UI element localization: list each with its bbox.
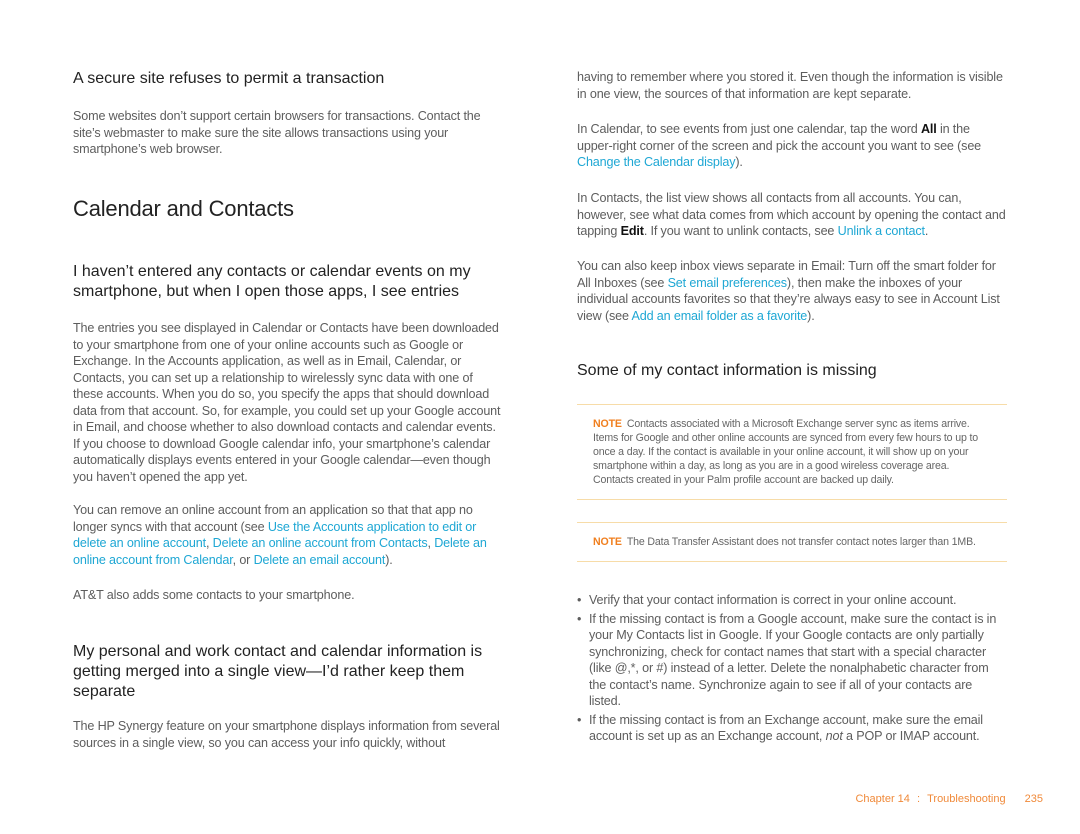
bullet-icon: • <box>577 611 582 626</box>
note-box-transfer: NOTE The Data Transfer Assistant does not… <box>577 522 1007 562</box>
no-entries-heading: I haven’t entered any contacts or calend… <box>73 263 471 300</box>
bullet-icon: • <box>577 712 582 727</box>
bullet-icon: • <box>577 593 582 607</box>
footer-separator: : <box>916 793 921 805</box>
att-paragraph: AT&T also adds some contacts to your sma… <box>73 588 355 602</box>
merged-body: The HP Synergy feature on your smartphon… <box>73 719 500 750</box>
calendar-paragraph: In Calendar, to see events from just one… <box>577 121 1007 171</box>
list-item-text: a POP or IMAP account. <box>842 729 980 743</box>
footer-chapter: Chapter 14 <box>855 793 910 805</box>
note-label: NOTE <box>593 418 622 430</box>
link-set-email-preferences[interactable]: Set email preferences <box>668 276 788 290</box>
section-title: Calendar and Contacts <box>73 196 294 221</box>
note-text: The Data Transfer Assistant does not tra… <box>626 536 976 548</box>
contacts-paragraph: In Contacts, the list view shows all con… <box>577 190 1007 240</box>
separator: , or <box>232 552 254 567</box>
note-box-sync: NOTE Contacts associated with a Microsoft… <box>577 404 1007 500</box>
edit-keyword: Edit <box>620 224 644 238</box>
link-delete-contacts[interactable]: Delete an online account from Contacts <box>213 536 428 550</box>
list-item: • If the missing contact is from an Excha… <box>577 712 1007 745</box>
note-text: Contacts associated with a Microsoft Exc… <box>593 418 979 486</box>
secure-site-heading: A secure site refuses to permit a transa… <box>73 70 385 87</box>
link-change-calendar-display[interactable]: Change the Calendar display <box>577 155 736 169</box>
separator: , <box>205 536 213 550</box>
page-footer: Chapter 14 : Troubleshooting 235 <box>851 793 1043 805</box>
note-label: NOTE <box>593 536 622 548</box>
emphasis: not <box>825 729 843 743</box>
text: ). <box>807 308 815 323</box>
page-number: 235 <box>1024 793 1043 805</box>
email-paragraph: You can also keep inbox views separate i… <box>577 258 1007 324</box>
text: ). <box>735 155 743 169</box>
no-entries-body: The entries you see displayed in Calenda… <box>73 321 501 484</box>
list-item-text: Verify that your contact information is … <box>589 593 957 607</box>
merged-heading: My personal and work contact and calenda… <box>73 643 483 700</box>
secure-site-body: Some websites don’t support certain brow… <box>73 109 481 156</box>
remove-account-paragraph: You can remove an online account from an… <box>73 502 503 568</box>
list-item: • If the missing contact is from a Google… <box>577 611 1007 710</box>
list-item-text: If the missing contact is from a Google … <box>589 611 997 709</box>
link-delete-email[interactable]: Delete an email account <box>254 553 386 567</box>
text: . <box>924 224 929 238</box>
footer-chapter-title: Troubleshooting <box>927 793 1006 805</box>
merged-body-continued: having to remember where you stored it. … <box>577 70 1003 101</box>
closing-text: ). <box>385 552 393 567</box>
text: In Calendar, to see events from just one… <box>577 122 921 136</box>
all-keyword: All <box>920 122 937 136</box>
missing-contact-heading: Some of my contact information is missin… <box>577 362 877 379</box>
list-item: • Verify that your contact information is… <box>577 592 1007 609</box>
missing-contact-tips: • Verify that your contact information is… <box>577 592 1007 747</box>
link-unlink-contact[interactable]: Unlink a contact <box>838 224 925 238</box>
text: . If you want to unlink contacts, see <box>643 224 838 238</box>
link-add-email-folder-favorite[interactable]: Add an email folder as a favorite <box>632 309 808 323</box>
